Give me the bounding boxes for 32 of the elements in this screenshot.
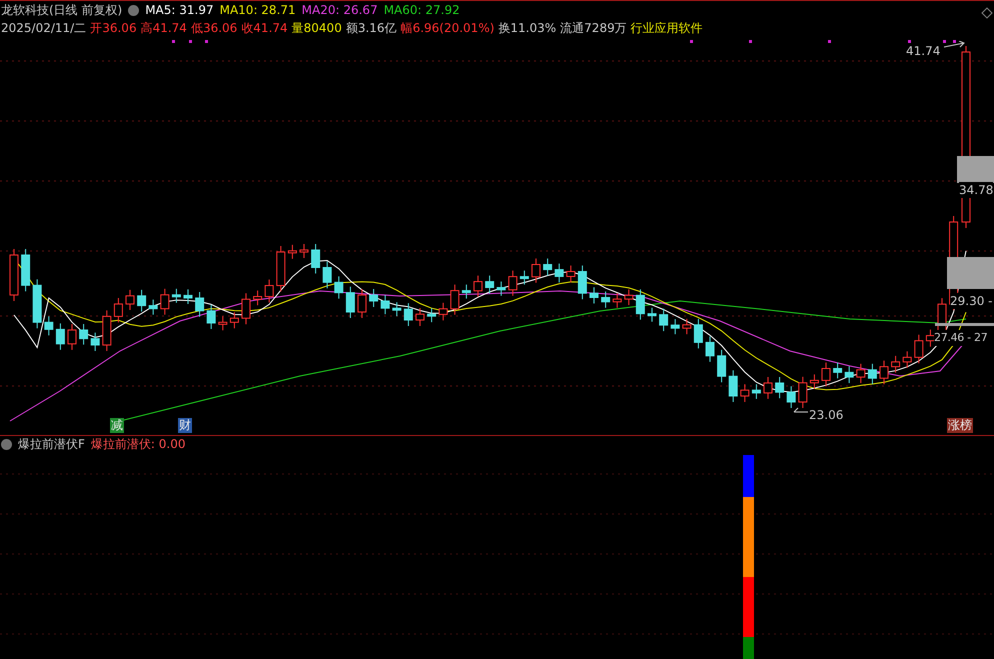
quote-value: 幅6.96(20.01%) [400,20,494,36]
quote-value: 开36.06 [90,20,137,36]
quote-value: 流通7289万 [560,20,627,36]
price-label: 34.78 [959,182,994,198]
collapse-icon[interactable] [1,438,12,450]
quote-value: 额3.16亿 [346,20,397,36]
event-tag[interactable]: 财 [178,418,192,433]
quote-value: 2025/02/11/二 [1,20,86,36]
price-label: 27.46 - 27 [934,330,988,346]
high-price-label: 41.74 [906,44,940,58]
quote-value: 量80400 [292,20,342,36]
ma-legend-value: MA20: 26.67 [302,2,378,18]
quote-value: 收41.74 [241,20,288,36]
price-zone-block [947,257,994,289]
ma-legend-value: MA60: 27.92 [384,2,460,18]
collapse-icon[interactable] [128,4,140,16]
indicator-value: 爆拉前潜伏: 0.00 [90,436,186,452]
price-zone-block [935,323,994,326]
event-tag[interactable]: 减 [110,418,124,433]
event-tag[interactable]: 涨榜 [947,418,973,433]
quote-value: 行业应用软件 [630,20,703,36]
quote-value: 高41.74 [140,20,187,36]
ma-legend-value: MA5: 31.97 [145,2,214,18]
indicator-title: 爆拉前潜伏F [18,436,85,452]
arrow-icon [944,41,966,49]
price-zone-block [957,156,994,183]
price-label: 29.30 - [950,293,992,309]
ma-legend-value: MA10: 28.71 [220,2,296,18]
stock-title: 龙软科技(日线 前复权) [1,2,122,18]
quote-value: 换11.03% [498,20,556,36]
quote-value: 低36.06 [190,20,238,36]
low-price-label: 23.06 [809,407,844,423]
